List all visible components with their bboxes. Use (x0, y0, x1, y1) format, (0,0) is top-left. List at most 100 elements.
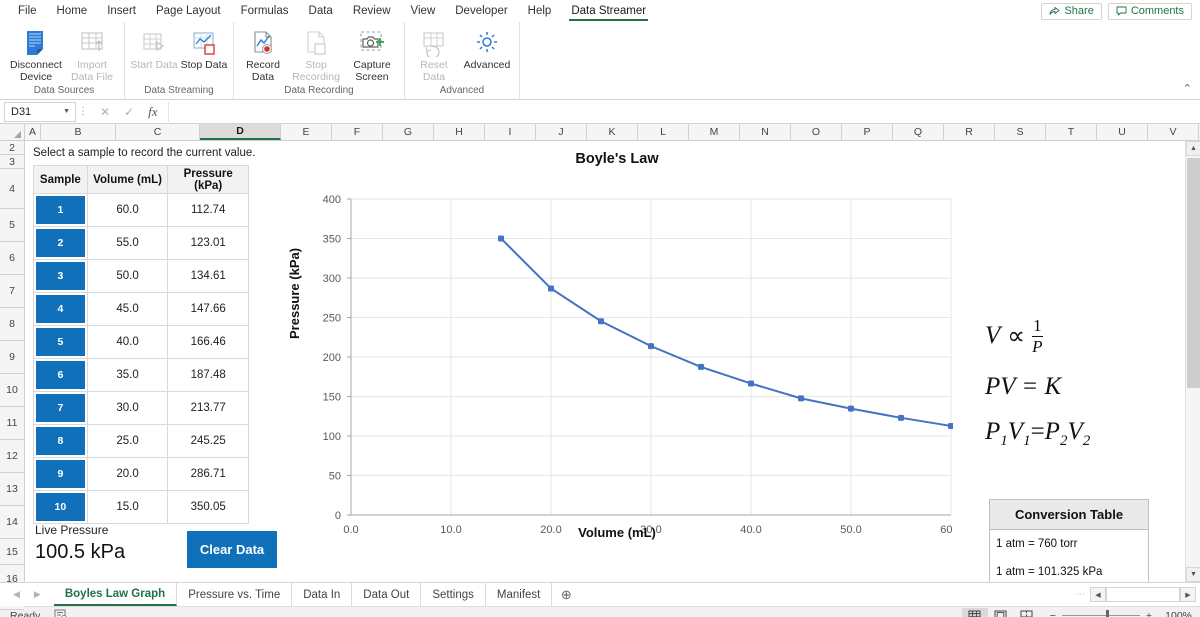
ribbon-tab-developer[interactable]: Developer (445, 0, 517, 22)
ribbon-tab-data[interactable]: Data (299, 0, 343, 22)
record-data-button[interactable]: Record Data (238, 26, 288, 83)
minus-icon[interactable]: − (1050, 610, 1056, 617)
column-header-L[interactable]: L (638, 124, 689, 140)
tab-split-handle[interactable]: ⋮ (1076, 590, 1085, 599)
column-header-T[interactable]: T (1046, 124, 1097, 140)
column-header-D[interactable]: D (200, 124, 281, 140)
sheet-tab-pressure-vs-time[interactable]: Pressure vs. Time (177, 583, 293, 606)
collapse-ribbon-icon[interactable]: ⌃ (1183, 82, 1192, 95)
sheet-tab-manifest[interactable]: Manifest (486, 583, 553, 606)
check-icon[interactable]: ✓ (124, 105, 134, 119)
vertical-scrollbar[interactable]: ▲ ▼ (1185, 141, 1200, 582)
fx-icon[interactable]: fx (148, 104, 157, 120)
plus-icon[interactable]: + (1146, 610, 1152, 617)
plus-circle-icon[interactable]: ⊕ (552, 583, 580, 606)
column-header-R[interactable]: R (944, 124, 995, 140)
column-header-Q[interactable]: Q (893, 124, 944, 140)
capture-screen-button[interactable]: Capture Screen (344, 26, 400, 83)
ribbon-tab-page-layout[interactable]: Page Layout (146, 0, 231, 22)
column-header-M[interactable]: M (689, 124, 740, 140)
cancel-icon[interactable]: ✕ (100, 105, 110, 119)
row-header-6[interactable]: 6 (0, 242, 24, 275)
row-header-2[interactable]: 2 (0, 141, 24, 155)
chevron-right-icon[interactable]: ▶ (34, 589, 41, 600)
horizontal-scrollbar-track[interactable] (1106, 587, 1180, 602)
row-header-12[interactable]: 12 (0, 440, 24, 473)
row-header-14[interactable]: 14 (0, 506, 24, 539)
sample-button-4[interactable]: 4 (36, 295, 85, 323)
row-header-13[interactable]: 13 (0, 473, 24, 506)
stop-data-button[interactable]: Stop Data (179, 26, 229, 72)
column-header-H[interactable]: H (434, 124, 485, 140)
stop-recording-button[interactable]: Stop Recording (288, 26, 344, 83)
row-header-10[interactable]: 10 (0, 374, 24, 407)
row-header-3[interactable]: 3 (0, 155, 24, 169)
sample-button-1[interactable]: 1 (36, 196, 85, 224)
boyles-law-chart[interactable]: Boyle's Law Pressure (kPa) Volume (mL) 0… (281, 147, 953, 567)
sheet-tab-data-out[interactable]: Data Out (352, 583, 422, 606)
normal-view-icon[interactable] (961, 607, 988, 617)
row-header-11[interactable]: 11 (0, 407, 24, 440)
column-header-U[interactable]: U (1097, 124, 1148, 140)
scroll-up-icon[interactable]: ▲ (1186, 141, 1200, 156)
column-header-I[interactable]: I (485, 124, 536, 140)
column-header-F[interactable]: F (332, 124, 383, 140)
select-all-corner[interactable] (0, 124, 25, 140)
sample-button-5[interactable]: 5 (36, 328, 85, 356)
column-header-P[interactable]: P (842, 124, 893, 140)
column-header-V[interactable]: V (1148, 124, 1199, 140)
chevron-left-icon[interactable]: ◀ (13, 589, 20, 600)
page-break-icon[interactable] (1014, 608, 1040, 617)
column-header-S[interactable]: S (995, 124, 1046, 140)
zoom-slider[interactable] (1061, 610, 1140, 617)
column-header-E[interactable]: E (281, 124, 332, 140)
ribbon-tab-review[interactable]: Review (343, 0, 401, 22)
row-header-5[interactable]: 5 (0, 209, 24, 242)
row-header-4[interactable]: 4 (0, 169, 24, 209)
comments-button[interactable]: Comments (1107, 2, 1192, 20)
row-header-8[interactable]: 8 (0, 308, 24, 341)
start-data-button[interactable]: Start Data (129, 26, 179, 72)
column-header-C[interactable]: C (116, 124, 200, 140)
row-header-7[interactable]: 7 (0, 275, 24, 308)
sheet-tab-boyles-law-graph[interactable]: Boyles Law Graph (53, 583, 178, 606)
share-button[interactable]: Share (1041, 2, 1102, 20)
chevron-down-icon[interactable]: ▼ (63, 108, 70, 115)
ribbon-tab-insert[interactable]: Insert (97, 0, 146, 22)
zoom-slider-thumb[interactable] (1105, 610, 1109, 617)
sample-button-9[interactable]: 9 (36, 460, 85, 488)
column-header-N[interactable]: N (740, 124, 791, 140)
scroll-down-icon[interactable]: ▼ (1186, 567, 1200, 582)
column-header-K[interactable]: K (587, 124, 638, 140)
formula-bar-more-icon[interactable]: ⋮ (76, 106, 90, 117)
horizontal-scrollbar[interactable]: ◀ ▶ (1090, 587, 1196, 602)
vertical-scrollbar-thumb[interactable] (1187, 158, 1200, 388)
ribbon-tab-help[interactable]: Help (518, 0, 562, 22)
page-layout-icon[interactable] (988, 608, 1014, 617)
sample-button-7[interactable]: 7 (36, 394, 85, 422)
sheet-tab-data-in[interactable]: Data In (292, 583, 353, 606)
column-header-G[interactable]: G (383, 124, 434, 140)
advanced-button[interactable]: Advanced (459, 26, 515, 72)
row-header-9[interactable]: 9 (0, 341, 24, 374)
sample-button-10[interactable]: 10 (36, 493, 85, 521)
sample-button-8[interactable]: 8 (36, 427, 85, 455)
ribbon-tab-file[interactable]: File (8, 0, 47, 22)
row-header-15[interactable]: 15 (0, 539, 24, 565)
hscroll-right-icon[interactable]: ▶ (1180, 587, 1196, 602)
name-box[interactable]: D31 ▼ (4, 101, 76, 122)
column-header-A[interactable]: A (25, 124, 41, 140)
clear-data-button[interactable]: Clear Data (187, 531, 277, 568)
import-data-file-button[interactable]: Import Data File (64, 26, 120, 83)
column-header-B[interactable]: B (41, 124, 116, 140)
column-header-O[interactable]: O (791, 124, 842, 140)
sample-button-2[interactable]: 2 (36, 229, 85, 257)
ribbon-tab-view[interactable]: View (401, 0, 446, 22)
ribbon-tab-home[interactable]: Home (47, 0, 98, 22)
hscroll-left-icon[interactable]: ◀ (1090, 587, 1106, 602)
sample-button-6[interactable]: 6 (36, 361, 85, 389)
disconnect-device-button[interactable]: Disconnect Device (8, 26, 64, 83)
formula-input[interactable] (167, 101, 1200, 122)
sheet-tab-settings[interactable]: Settings (421, 583, 486, 606)
ribbon-tab-formulas[interactable]: Formulas (231, 0, 299, 22)
